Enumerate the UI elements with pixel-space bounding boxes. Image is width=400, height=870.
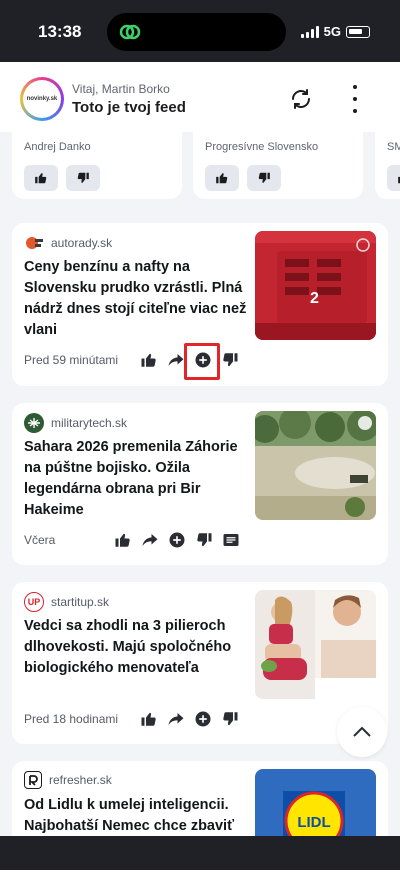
thumbs-up-icon xyxy=(141,353,156,367)
like-button[interactable] xyxy=(140,710,158,728)
autorady-logo-icon xyxy=(24,233,44,253)
share-button[interactable] xyxy=(141,531,159,549)
share-icon xyxy=(142,534,158,546)
politician-card[interactable]: SM xyxy=(375,132,400,199)
refresh-icon[interactable] xyxy=(289,87,313,111)
lidl-logo-text: LIDL xyxy=(297,814,330,831)
article-thumbnail[interactable]: LIDL xyxy=(255,769,376,836)
link-app-icon xyxy=(119,24,141,40)
thumbs-up-icon xyxy=(115,533,130,547)
like-button[interactable] xyxy=(205,165,239,191)
like-button[interactable] xyxy=(24,165,58,191)
politician-name: Andrej Danko xyxy=(24,141,91,153)
dislike-button[interactable] xyxy=(195,531,213,549)
article-time: Pred 18 hodinami xyxy=(24,712,119,726)
signal-icon xyxy=(300,25,319,38)
thumbs-down-icon xyxy=(197,533,212,547)
article-headline[interactable]: Od Lidlu k umelej inteligencii. Najbohat… xyxy=(24,795,250,836)
article-actions xyxy=(140,710,239,728)
article-time: Pred 59 minútami xyxy=(24,353,119,367)
network-label: 5G xyxy=(323,24,341,39)
source-name: refresher.sk xyxy=(49,773,112,787)
militarytech-logo-icon xyxy=(24,413,44,433)
more-menu-icon[interactable] xyxy=(345,85,365,113)
status-bar: 13:38 5G xyxy=(0,0,400,62)
politician-card[interactable]: Progresívne Slovensko xyxy=(193,132,363,199)
article-card[interactable]: refresher.sk Od Lidlu k umelej inteligen… xyxy=(12,761,388,836)
like-button[interactable] xyxy=(387,165,400,191)
dynamic-island xyxy=(107,13,286,51)
app-logo-text: novinky.sk xyxy=(23,80,61,118)
source-name: startitup.sk xyxy=(51,595,110,609)
like-button[interactable] xyxy=(140,351,158,369)
article-source[interactable]: militarytech.sk xyxy=(24,413,127,433)
thumbs-down-icon xyxy=(77,172,89,183)
highlight-box xyxy=(184,343,220,380)
article-source[interactable]: refresher.sk xyxy=(24,771,112,789)
article-headline[interactable]: Sahara 2026 premenila Záhorie na púštne … xyxy=(24,437,250,521)
battery-icon xyxy=(346,25,370,38)
bottom-system-bar xyxy=(0,836,400,870)
article-summary-icon xyxy=(223,534,239,546)
status-time: 13:38 xyxy=(38,22,82,41)
thumbs-up-icon xyxy=(216,173,228,184)
scroll-to-top-button[interactable] xyxy=(337,707,387,757)
article-source[interactable]: autorady.sk xyxy=(24,233,112,253)
thumbs-down-icon xyxy=(258,172,270,183)
startitup-logo-icon: UP xyxy=(24,592,44,612)
greeting-text: Vitaj, Martin Borko xyxy=(72,82,170,96)
thumbs-up-icon xyxy=(141,712,156,726)
plus-circle-icon xyxy=(169,532,185,548)
politician-name: Progresívne Slovensko xyxy=(205,141,319,153)
politician-name: SM xyxy=(387,141,400,153)
source-name: militarytech.sk xyxy=(51,416,128,430)
article-source[interactable]: UP startitup.sk xyxy=(24,592,109,612)
feed-header: novinky.sk Vitaj, Martin Borko Toto je t… xyxy=(0,62,400,132)
article-thumbnail[interactable] xyxy=(255,590,376,699)
article-thumbnail[interactable] xyxy=(255,411,376,520)
page-title: Toto je tvoj feed xyxy=(72,99,186,116)
article-headline[interactable]: Vedci sa zhodli na 3 pilieroch dlhovekos… xyxy=(24,616,250,679)
summary-button[interactable] xyxy=(222,531,240,549)
add-button[interactable] xyxy=(168,531,186,549)
plus-circle-icon xyxy=(195,711,211,727)
svg-text:2: 2 xyxy=(310,290,319,307)
status-indicators: 5G xyxy=(300,24,370,39)
refresher-logo-icon xyxy=(24,771,42,789)
article-actions xyxy=(114,531,240,549)
article-time: Včera xyxy=(24,533,56,547)
dislike-button[interactable] xyxy=(221,710,239,728)
share-button[interactable] xyxy=(167,351,185,369)
thumbs-down-icon xyxy=(223,353,238,367)
share-button[interactable] xyxy=(167,710,185,728)
chevron-up-icon xyxy=(353,726,371,737)
article-card[interactable]: militarytech.sk Sahara 2026 premenila Zá… xyxy=(12,403,388,565)
add-button[interactable] xyxy=(194,710,212,728)
share-icon xyxy=(168,354,184,366)
article-thumbnail[interactable]: 2 xyxy=(255,231,376,340)
like-button[interactable] xyxy=(114,531,132,549)
app-logo[interactable]: novinky.sk xyxy=(20,77,64,121)
source-name: autorady.sk xyxy=(51,236,113,250)
share-icon xyxy=(168,713,184,725)
thumbs-up-icon xyxy=(35,173,47,184)
article-card[interactable]: UP startitup.sk Vedci sa zhodli na 3 pil… xyxy=(12,582,388,744)
article-headline[interactable]: Ceny benzínu a nafty na Slovensku prudko… xyxy=(24,257,250,341)
dislike-button[interactable] xyxy=(247,165,281,191)
politician-card[interactable]: Andrej Danko xyxy=(12,132,182,199)
dislike-button[interactable] xyxy=(221,351,239,369)
dislike-button[interactable] xyxy=(66,165,100,191)
thumbs-down-icon xyxy=(223,712,238,726)
politician-carousel[interactable]: Andrej Danko Progresívne Slovensko SM xyxy=(0,132,400,210)
